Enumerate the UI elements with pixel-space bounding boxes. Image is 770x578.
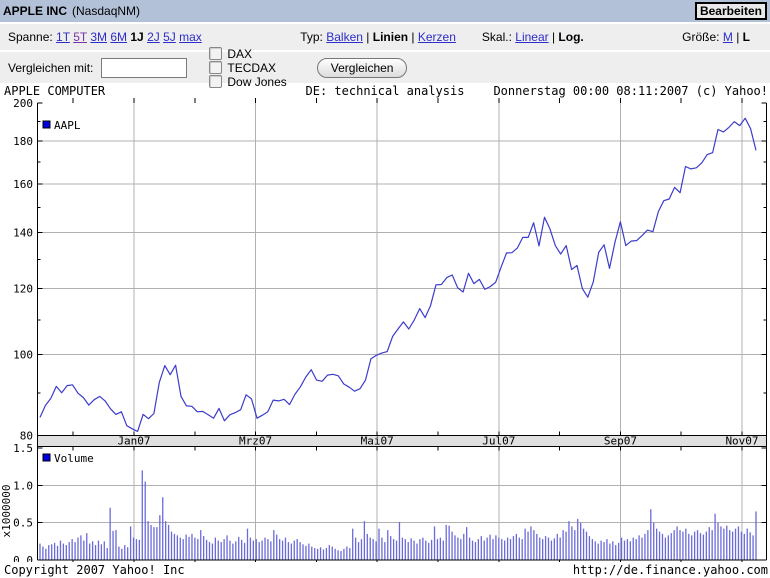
spanne-option-6m[interactable]: 6M xyxy=(110,30,127,44)
stock-title: APPLE INC xyxy=(3,4,68,18)
chart-footer: Copyright 2007 Yahoo! Inc http://de.fina… xyxy=(0,563,770,577)
typ-label: Typ: xyxy=(300,30,327,44)
groesse-label: Größe: xyxy=(682,30,723,44)
spanne-option-3m[interactable]: 3M xyxy=(90,30,107,44)
x-axis-label: Nov07 xyxy=(725,435,758,448)
spanne-option-5t[interactable]: 5T xyxy=(73,30,87,44)
price-tick-label: 120 xyxy=(13,282,33,295)
spanne-label: Spanne: xyxy=(8,30,57,44)
spanne-option-2j[interactable]: 2J xyxy=(147,30,160,44)
compare-checkboxes: DAX TECDAX Dow Jones xyxy=(187,47,287,89)
volume-tick-label: 1.0 xyxy=(13,479,33,492)
x-axis-label: Sep07 xyxy=(604,435,637,448)
x-axis-label: Mrz07 xyxy=(239,435,272,448)
skal-option-log[interactable]: Log. xyxy=(558,30,583,44)
volume-bars xyxy=(39,470,757,560)
checkbox-dax[interactable] xyxy=(209,47,223,60)
typ-option-kerzen[interactable]: Kerzen xyxy=(418,30,456,44)
checkbox-label-tecdax: TECDAX xyxy=(227,60,277,75)
price-tick-label: 80 xyxy=(20,430,33,443)
skal-label: Skal.: xyxy=(481,30,516,44)
groesse-option-l[interactable]: L xyxy=(743,30,750,44)
x-axis-label: Jul07 xyxy=(482,435,515,448)
source-url: http://de.finance.yahoo.com xyxy=(572,563,768,577)
spanne-option-5j[interactable]: 5J xyxy=(163,30,176,44)
typ-options: Balken | Linien | Kerzen xyxy=(326,30,456,44)
checkbox-group-tecdax: TECDAX xyxy=(209,61,286,75)
spanne-option-1t[interactable]: 1T xyxy=(56,30,70,44)
compare-input[interactable] xyxy=(101,57,188,78)
chart-toolbar: Spanne: 1T 5T 3M 6M 1J 2J 5J max Typ: Ba… xyxy=(0,24,770,50)
groesse-control: Größe: M | L xyxy=(682,30,750,44)
checkbox-group-dax: DAX xyxy=(209,47,286,61)
price-tick-label: 160 xyxy=(13,178,33,191)
price-legend: AAPL xyxy=(42,119,81,132)
price-tick-label: 100 xyxy=(13,349,33,362)
copyright-text: Copyright 2007 Yahoo! Inc xyxy=(4,563,185,577)
volume-tick-label: 1.5 xyxy=(13,442,33,455)
compare-button[interactable]: Vergleichen xyxy=(316,57,408,78)
chart-panels: Jan07 Mrz07 Mai07 Jul07 Sep07 Nov07 80 100 120 14… xyxy=(0,97,767,562)
groesse-options: M | L xyxy=(722,30,750,44)
spanne-control: Spanne: 1T 5T 3M 6M 1J 2J 5J max xyxy=(8,30,202,44)
spanne-option-1j[interactable]: 1J xyxy=(130,30,143,44)
checkbox-tecdax[interactable] xyxy=(209,61,223,74)
groesse-option-m[interactable]: M xyxy=(723,30,733,44)
compare-label: Vergleichen mit: xyxy=(8,60,94,75)
price-tick-label: 180 xyxy=(13,135,33,148)
volume-unit-label: x1000000 xyxy=(0,485,13,538)
typ-option-linien[interactable]: Linien xyxy=(373,30,408,44)
checkbox-label-dax: DAX xyxy=(227,46,253,61)
svg-text:Volume: Volume xyxy=(54,452,94,465)
skal-options: Linear | Log. xyxy=(515,30,584,44)
price-tick-label: 200 xyxy=(13,97,33,110)
volume-legend: Volume xyxy=(42,452,94,465)
compare-row: Vergleichen mit: DAX TECDAX Dow Jones Verg… xyxy=(0,47,770,89)
typ-control: Typ: Balken | Linien | Kerzen xyxy=(300,30,456,44)
svg-text:AAPL: AAPL xyxy=(54,119,81,132)
skal-option-linear[interactable]: Linear xyxy=(515,30,548,44)
edit-button[interactable]: Bearbeiten xyxy=(694,2,767,20)
typ-skal-controls: Typ: Balken | Linien | Kerzen Skal.: Lin… xyxy=(300,30,584,44)
skal-control: Skal.: Linear | Log. xyxy=(482,30,584,44)
x-axis-label: Jan07 xyxy=(117,435,150,448)
spanne-options: 1T 5T 3M 6M 1J 2J 5J max xyxy=(56,30,202,44)
price-line xyxy=(39,117,757,432)
x-axis-label: Mai07 xyxy=(361,435,394,448)
stock-exchange: (NasdaqNM) xyxy=(72,4,141,18)
price-tick-label: 140 xyxy=(13,226,33,239)
typ-option-balken[interactable]: Balken xyxy=(326,30,363,44)
volume-tick-label: 0.5 xyxy=(13,517,33,530)
spanne-option-max[interactable]: max xyxy=(179,30,202,44)
volume-tick-label: 0.0 xyxy=(13,554,33,562)
chart-header: APPLE COMPUTER DE: technical analysis Do… xyxy=(0,84,770,98)
stock-chart: Jan07 Mrz07 Mai07 Jul07 Sep07 Nov07 80 100 120 14… xyxy=(0,97,767,562)
title-bar: APPLE INC (NasdaqNM) Bearbeiten xyxy=(0,0,770,22)
